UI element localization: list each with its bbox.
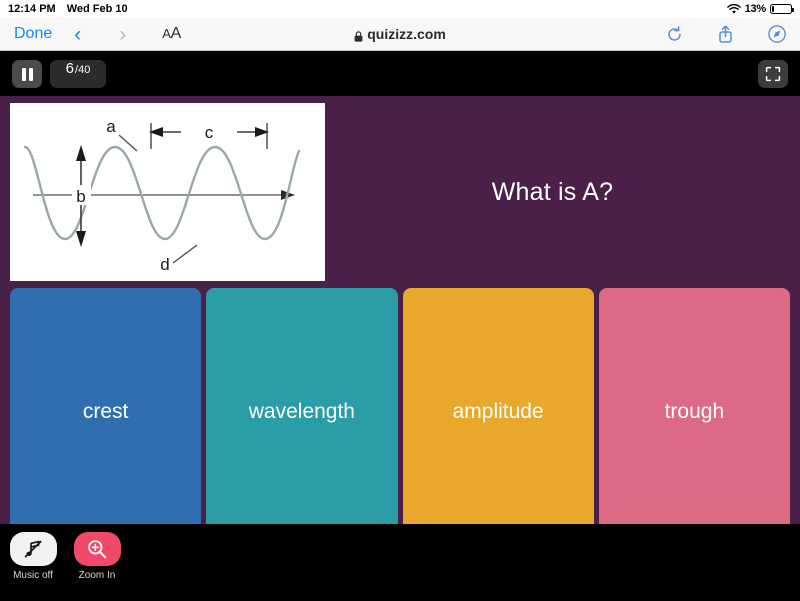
answer-option-label: trough (664, 400, 725, 423)
screen: 12:14 PM Wed Feb 10 13% Done ‹ › AA quiz… (0, 0, 800, 601)
lock-icon (354, 29, 363, 42)
question-text-container: What is A? (325, 96, 800, 288)
question-row: b a c d What is A? (0, 96, 800, 288)
question-progress: 6 /40 (50, 60, 106, 88)
quizizz-app: 6 /40 b a c d What is A? crest wavelengt… (0, 52, 800, 601)
answer-option-1[interactable]: crest (10, 288, 202, 536)
forward-icon: › (119, 22, 127, 46)
browser-toolbar: Done ‹ › AA quizizz.com (0, 18, 800, 51)
address-bar[interactable]: quizizz.com (270, 26, 530, 42)
current-question-number: 6 (65, 60, 75, 77)
zoom-in-label: Zoom In (78, 570, 116, 581)
address-bar-url: quizizz.com (367, 26, 446, 42)
nav-buttons: ‹ › (74, 24, 126, 45)
svg-text:b: b (76, 187, 85, 206)
fullscreen-expand-icon (765, 66, 781, 82)
pause-icon (21, 67, 26, 81)
music-toggle-label: Music off (13, 570, 53, 581)
svg-text:c: c (205, 123, 214, 142)
toolbar-actions (666, 25, 786, 43)
back-icon[interactable]: ‹ (74, 24, 81, 45)
reload-icon[interactable] (666, 25, 683, 43)
quiz-top-bar: 6 /40 (0, 52, 800, 96)
question-image: b a c d (10, 103, 325, 281)
safari-compass-icon[interactable] (768, 25, 786, 43)
status-bar-right: 13% (726, 3, 794, 15)
zoom-in-button[interactable]: Zoom In (64, 532, 130, 581)
answer-options: crest wavelength amplitude trough (0, 288, 800, 536)
music-note-muted-icon (24, 540, 42, 558)
answer-option-3[interactable]: amplitude (402, 288, 594, 536)
transverse-wave-diagram: b a c d (23, 117, 301, 274)
magnifier-plus-icon (88, 540, 107, 559)
svg-text:d: d (160, 255, 169, 274)
bottom-dock: Music off Zoom In (0, 524, 800, 601)
music-toggle-button[interactable]: Music off (0, 532, 66, 581)
answer-option-label: amplitude (452, 400, 544, 423)
svg-text:a: a (106, 117, 116, 136)
question-text: What is A? (491, 177, 614, 206)
fullscreen-button[interactable] (758, 60, 788, 88)
text-size-large-letter: A (170, 25, 182, 42)
battery-icon (770, 4, 794, 14)
status-date: Wed Feb 10 (66, 3, 128, 15)
done-button[interactable]: Done (14, 25, 52, 43)
answer-option-label: crest (82, 400, 129, 423)
status-time: 12:14 PM (8, 3, 56, 15)
pause-button[interactable] (12, 60, 42, 88)
question-stage: b a c d What is A? crest wavelength ampl… (0, 96, 800, 576)
text-size-button[interactable]: AA (162, 25, 181, 43)
answer-option-label: wavelength (248, 400, 355, 423)
ios-status-bar: 12:14 PM Wed Feb 10 13% (0, 0, 800, 18)
battery-percent: 13% (744, 3, 767, 15)
answer-option-2[interactable]: wavelength (206, 288, 398, 536)
total-questions: /40 (75, 64, 91, 76)
status-bar-left: 12:14 PM Wed Feb 10 (8, 3, 128, 15)
wifi-icon (726, 3, 741, 15)
answer-option-4[interactable]: trough (598, 288, 790, 536)
text-size-small-letter: A (162, 26, 171, 41)
share-icon[interactable] (717, 25, 734, 43)
